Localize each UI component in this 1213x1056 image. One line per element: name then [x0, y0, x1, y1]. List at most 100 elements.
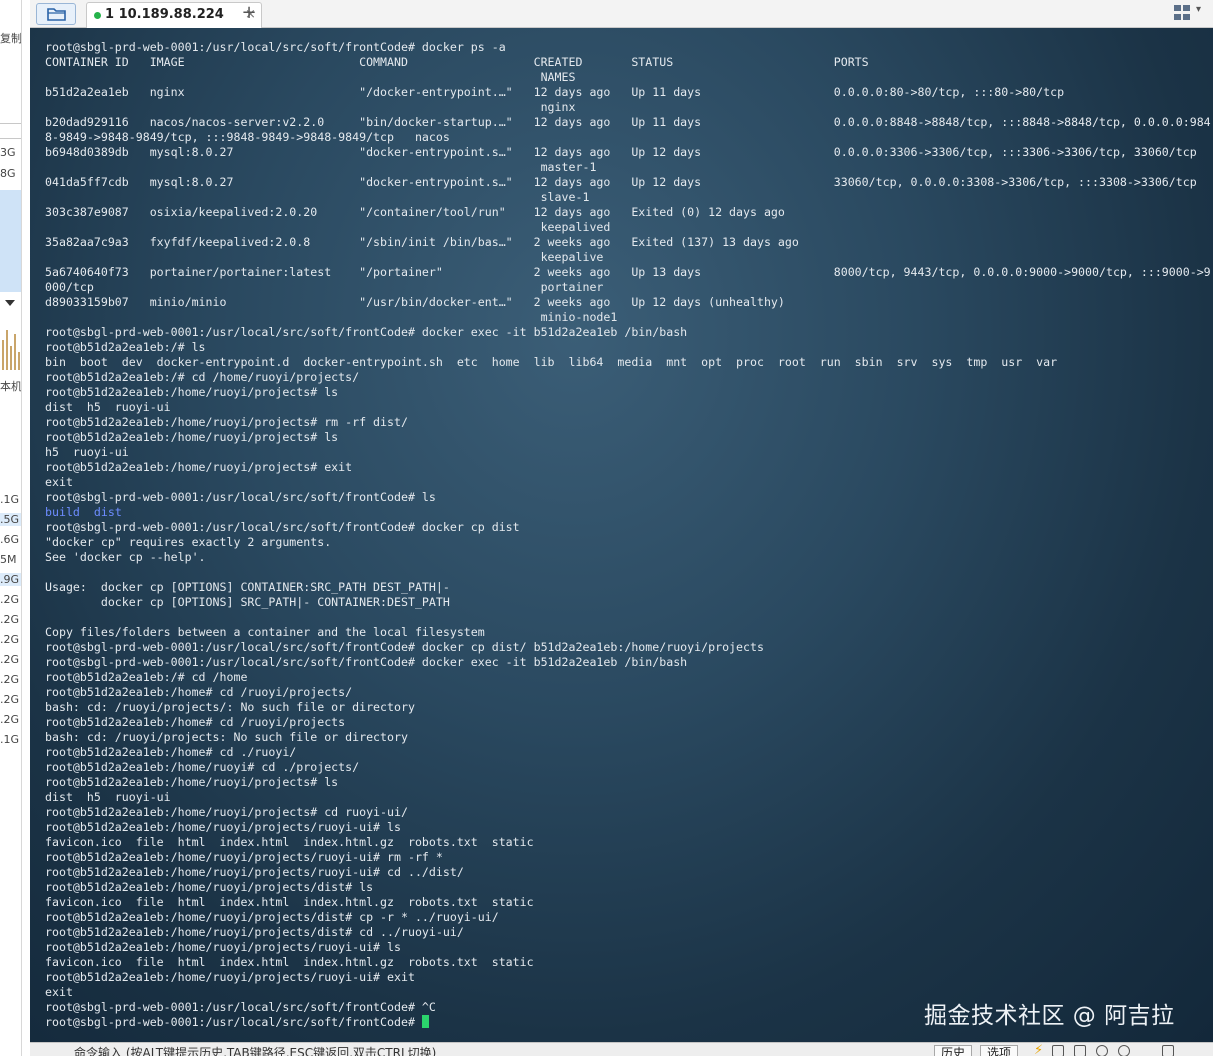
window-icon[interactable] [1162, 1045, 1174, 1056]
terminal-line: root@b51d2a2ea1eb:/# ls [45, 340, 206, 354]
terminal-output: root@sbgl-prd-web-0001:/usr/local/src/so… [45, 40, 1211, 1030]
terminal-line: favicon.ico file html index.html index.h… [45, 955, 534, 969]
terminal-line: minio-node1 [45, 310, 618, 324]
left-fragment: .2G [0, 613, 20, 626]
terminal-line: Usage: docker cp [OPTIONS] CONTAINER:SRC… [45, 580, 450, 594]
connected-status-icon [94, 12, 101, 19]
paste-icon[interactable] [1074, 1045, 1086, 1056]
terminal-line: keepalive [45, 250, 604, 264]
left-fragment: .2G [0, 693, 20, 706]
left-fragment: .2G [0, 673, 20, 686]
terminal-line: 000/tcp portainer [45, 280, 604, 294]
terminal-line: NAMES [45, 70, 576, 84]
terminal-line: root@b51d2a2ea1eb:/home/ruoyi/projects/r… [45, 940, 401, 954]
history-button[interactable]: 历史 [934, 1045, 973, 1056]
terminal-line: nginx [45, 100, 576, 114]
terminal-line: root@b51d2a2ea1eb:/home/ruoyi/projects/r… [45, 865, 464, 879]
gear-icon[interactable] [1118, 1045, 1130, 1056]
terminal-line: "docker cp" requires exactly 2 arguments… [45, 535, 332, 549]
left-fragment: 复制 [0, 32, 22, 45]
dropdown-arrow-icon[interactable] [5, 300, 15, 306]
copy-icon[interactable] [1052, 1045, 1064, 1056]
terminal-line: root@sbgl-prd-web-0001:/usr/local/src/so… [45, 640, 764, 654]
options-button[interactable]: 选项 [980, 1045, 1019, 1056]
terminal-line: 303c387e9087 osixia/keepalived:2.0.20 "/… [45, 205, 785, 219]
left-fragment: .1G [0, 733, 20, 746]
terminal-line: root@b51d2a2ea1eb:/home/ruoyi/projects# … [45, 460, 353, 474]
cursor-block [421, 1015, 429, 1028]
grid-layout-icon[interactable] [1174, 5, 1192, 21]
tab-bar: 1 10.189.88.224 × + ▾ [30, 0, 1213, 28]
terminal-line: master-1 [45, 160, 597, 174]
terminal-line: root@b51d2a2ea1eb:/# cd /home/ruoyi/proj… [45, 370, 360, 384]
terminal-line: exit [45, 475, 73, 489]
left-fragment: .1G [0, 493, 20, 506]
session-manager-button[interactable] [36, 3, 76, 25]
directory-entry: build [45, 505, 80, 519]
left-box [0, 123, 21, 139]
search-icon[interactable] [1096, 1045, 1108, 1056]
left-fragment: .2G [0, 713, 20, 726]
terminal-line: root@b51d2a2ea1eb:/home/ruoyi/projects# … [45, 430, 339, 444]
watermark: 掘金技术社区 @ 阿吉拉 [924, 1003, 1175, 1029]
terminal-line: root@sbgl-prd-web-0001:/usr/local/src/so… [45, 325, 688, 339]
terminal-line: root@b51d2a2ea1eb:/home/ruoyi/projects/r… [45, 820, 401, 834]
terminal-line: favicon.ico file html index.html index.h… [45, 835, 534, 849]
terminal-line: favicon.ico file html index.html index.h… [45, 895, 534, 909]
terminal-line: root@b51d2a2ea1eb:/home/ruoyi/projects/r… [45, 970, 415, 984]
terminal-line: 5a6740640f73 portainer/portainer:latest … [45, 265, 1211, 279]
terminal-line: root@b51d2a2ea1eb:/home/ruoyi/projects# … [45, 415, 408, 429]
terminal-screen[interactable]: root@sbgl-prd-web-0001:/usr/local/src/so… [30, 28, 1213, 1042]
background-window-strip: 复制 3G 8G 本机 .1G .5G .6G 5M .9G .2G .2G .… [0, 0, 22, 1056]
terminal-line: root@b51d2a2ea1eb:/home# cd /ruoyi/proje… [45, 685, 353, 699]
folder-icon [47, 8, 66, 21]
terminal-line: root@b51d2a2ea1eb:/home# cd ./ruoyi/ [45, 745, 297, 759]
left-fragment: .2G [0, 633, 20, 646]
terminal-line: root@b51d2a2ea1eb:/home/ruoyi/projects/d… [45, 910, 499, 924]
wrench-icon[interactable] [1140, 1045, 1152, 1056]
terminal-line: root@b51d2a2ea1eb:/home/ruoyi/projects/r… [45, 850, 443, 864]
terminal-line: root@b51d2a2ea1eb:/home/ruoyi/projects# … [45, 775, 339, 789]
terminal-line: build dist [45, 505, 1208, 520]
terminal-line: root@b51d2a2ea1eb:/home/ruoyi# cd ./proj… [45, 760, 360, 774]
terminal-line: root@b51d2a2ea1eb:/home/ruoyi/projects/d… [45, 880, 374, 894]
tab-title: 1 10.189.88.224 [105, 7, 224, 22]
terminal-line: 041da5ff7cdb mysql:8.0.27 "docker-entryp… [45, 175, 1197, 189]
command-bar: 命令输入 (按ALT键提示历史,TAB键路径,ESC键返回,双击CTRL切换) … [30, 1042, 1213, 1056]
terminal-line: bash: cd: /ruoyi/projects/: No such file… [45, 700, 415, 714]
command-input-hint[interactable]: 命令输入 (按ALT键提示历史,TAB键路径,ESC键返回,双击CTRL切换) [74, 1044, 436, 1056]
terminal-line: root@b51d2a2ea1eb:/home/ruoyi/projects# … [45, 805, 408, 819]
terminal-line: keepalived [45, 220, 611, 234]
tab-session[interactable]: 1 10.189.88.224 × [86, 2, 262, 28]
terminal-line: root@sbgl-prd-web-0001:/usr/local/src/so… [45, 520, 520, 534]
left-fragment: 本机 [0, 380, 22, 393]
left-fragment: .6G [0, 533, 20, 546]
left-fragment: 5M [0, 553, 17, 566]
terminal-line: CONTAINER ID IMAGE COMMAND CREATED STATU… [45, 55, 869, 69]
terminal-window: 1 10.189.88.224 × + ▾ root@sbgl-prd-web-… [30, 0, 1213, 1056]
terminal-line: root@sbgl-prd-web-0001:/usr/local/src/so… [45, 40, 506, 54]
terminal-line: bash: cd: /ruoyi/projects: No such file … [45, 730, 408, 744]
terminal-line: See 'docker cp --help'. [45, 550, 206, 564]
terminal-line: slave-1 [45, 190, 590, 204]
terminal-line: root@b51d2a2ea1eb:/home/ruoyi/projects/d… [45, 925, 464, 939]
left-fragment: 3G [0, 146, 16, 159]
mini-chart [0, 326, 21, 370]
terminal-line: root@sbgl-prd-web-0001:/usr/local/src/so… [45, 490, 436, 504]
terminal-line: b6948d0389db mysql:8.0.27 "docker-entryp… [45, 145, 1197, 159]
add-tab-button[interactable]: + [238, 2, 260, 26]
directory-entry: dist [93, 505, 122, 519]
terminal-line: root@b51d2a2ea1eb:/home# cd /ruoyi/proje… [45, 715, 346, 729]
lightning-icon[interactable]: ⚡ [1034, 1043, 1043, 1056]
chevron-down-icon[interactable]: ▾ [1196, 4, 1210, 22]
terminal-line: bin boot dev docker-entrypoint.d docker-… [45, 355, 1058, 369]
terminal-line: d89033159b07 minio/minio "/usr/bin/docke… [45, 295, 785, 309]
left-fragment: .2G [0, 593, 20, 606]
terminal-line: h5 ruoyi-ui [45, 445, 129, 459]
left-selection [0, 190, 21, 292]
left-fragment: .9G [0, 573, 21, 586]
terminal-line: b20dad929116 nacos/nacos-server:v2.2.0 "… [45, 115, 1211, 129]
terminal-line: 35a82aa7c9a3 fxyfdf/keepalived:2.0.8 "/s… [45, 235, 799, 249]
terminal-line: dist h5 ruoyi-ui [45, 400, 171, 414]
